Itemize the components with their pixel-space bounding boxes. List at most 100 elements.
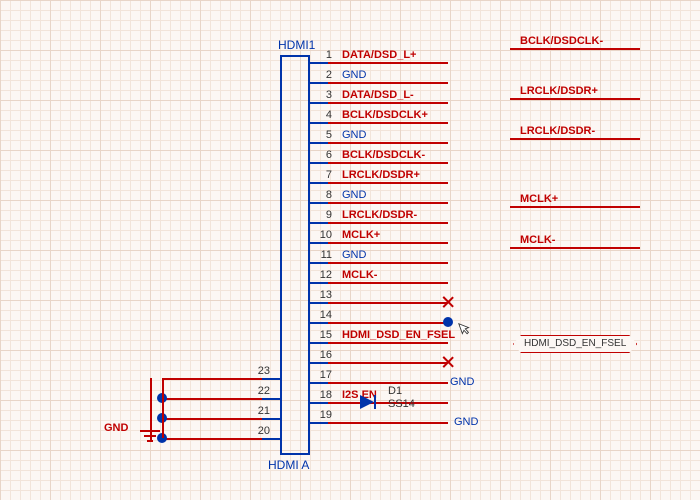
pin-stub: [310, 82, 328, 84]
net-label: GND: [342, 249, 366, 261]
net-wire: [510, 206, 640, 208]
net-label: GND: [342, 129, 366, 141]
diode-cathode-bar: [374, 395, 376, 409]
net-wire: [328, 142, 448, 144]
net-wire: [328, 242, 448, 244]
net-wire: [328, 262, 448, 264]
net-label: GND: [342, 189, 366, 201]
net-wire: [328, 382, 448, 384]
pin-stub: [262, 398, 280, 400]
pin-stub: [310, 302, 328, 304]
net-label: MCLK+: [342, 229, 380, 241]
pin-number: 11: [312, 249, 332, 261]
pin-stub: [310, 362, 328, 364]
pin-number: 16: [312, 349, 332, 361]
pin-number: 17: [312, 369, 332, 381]
pin-number: 12: [312, 269, 332, 281]
net-wire: [328, 422, 448, 424]
pin-number: 8: [312, 189, 332, 201]
junction-dot: [443, 317, 453, 327]
net-wire: [328, 362, 448, 364]
pin-stub: [310, 222, 328, 224]
net-wire: [328, 342, 448, 344]
pin-stub: [310, 342, 328, 344]
net-label: MCLK-: [342, 269, 377, 281]
net-wire: [162, 378, 262, 380]
net-wire: [328, 222, 448, 224]
net-wire: [510, 98, 640, 100]
pin-number: 6: [312, 149, 332, 161]
net-wire: [328, 202, 448, 204]
gnd-label-left: GND: [104, 422, 128, 434]
pin-number: 9: [312, 209, 332, 221]
net-wire: [328, 162, 448, 164]
component-designator: HDMI1: [278, 38, 315, 52]
pin-number: 20: [250, 425, 270, 437]
net-wire: [162, 418, 262, 420]
net-wire: [328, 102, 448, 104]
net-label: DATA/DSD_L-: [342, 89, 414, 101]
pin-stub: [310, 402, 328, 404]
pin-stub: [310, 182, 328, 184]
pin-stub: [310, 422, 328, 424]
pin-number: 15: [312, 329, 332, 341]
pin-stub: [310, 142, 328, 144]
pin-number: 19: [312, 409, 332, 421]
pin-number: 13: [312, 289, 332, 301]
net-wire: [328, 62, 448, 64]
net-wire: [328, 182, 448, 184]
net-label: GND: [342, 69, 366, 81]
net-label: BCLK/DSDCLK+: [342, 109, 428, 121]
net-wire: [328, 302, 448, 304]
pin-stub: [310, 382, 328, 384]
port-hdmi-dsd-en-fsel[interactable]: HDMI_DSD_EN_FSEL: [513, 335, 637, 353]
pin-stub: [310, 202, 328, 204]
pin-number: 10: [312, 229, 332, 241]
component-part: HDMI A: [268, 458, 309, 472]
pin-number: 3: [312, 89, 332, 101]
pin-stub: [310, 262, 328, 264]
gnd-label: GND: [454, 416, 478, 428]
net-wire: [162, 398, 262, 400]
net-label: LRCLK/DSDR+: [342, 169, 420, 181]
no-connect-icon: [441, 295, 455, 309]
pin-stub: [262, 438, 280, 440]
net-wire: [510, 247, 640, 249]
pin-stub: [262, 418, 280, 420]
pin-number: 1: [312, 49, 332, 61]
pin-number: 22: [250, 385, 270, 397]
pin-number: 14: [312, 309, 332, 321]
pin-stub: [310, 162, 328, 164]
gnd-label: GND: [450, 376, 474, 388]
net-wire: [328, 322, 448, 324]
diode-symbol: [360, 395, 374, 409]
net-label: DATA/DSD_L+: [342, 49, 416, 61]
pin-number: 2: [312, 69, 332, 81]
hdmi-component-body[interactable]: [280, 55, 310, 455]
pin-number: 23: [250, 365, 270, 377]
pin-number: 21: [250, 405, 270, 417]
pin-stub: [310, 322, 328, 324]
net-label: MCLK+: [520, 193, 558, 205]
pin-number: 4: [312, 109, 332, 121]
net-wire: [510, 48, 640, 50]
net-wire: [328, 282, 448, 284]
net-wire: [328, 82, 448, 84]
net-label: BCLK/DSDCLK-: [520, 35, 603, 47]
net-label: BCLK/DSDCLK-: [342, 149, 425, 161]
net-wire: [510, 138, 640, 140]
net-label: LRCLK/DSDR-: [520, 125, 595, 137]
pin-stub: [310, 62, 328, 64]
gnd-bus-vertical: [162, 378, 164, 438]
diode-designator: D1: [388, 385, 418, 397]
net-wire: [328, 122, 448, 124]
net-label: HDMI_DSD_EN_FSEL: [342, 329, 455, 341]
net-label: LRCLK/DSDR-: [342, 209, 417, 221]
pin-number: 7: [312, 169, 332, 181]
pin-stub: [310, 282, 328, 284]
pin-number: 18: [312, 389, 332, 401]
net-label: MCLK-: [520, 234, 555, 246]
net-wire: [162, 438, 262, 440]
pin-stub: [310, 242, 328, 244]
pin-stub: [310, 102, 328, 104]
